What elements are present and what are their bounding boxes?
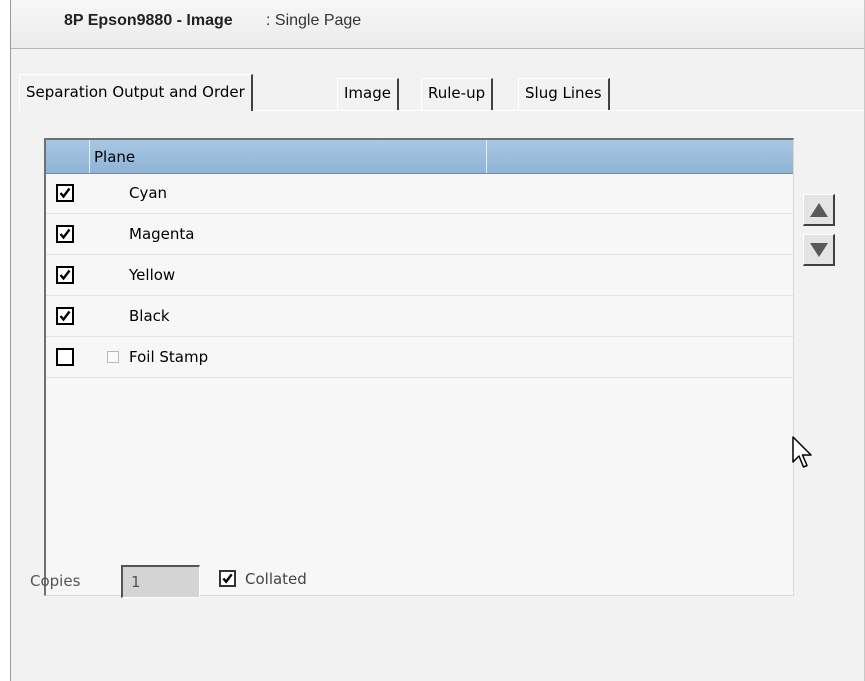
triangle-up-icon xyxy=(810,203,828,217)
tab-label: Slug Lines xyxy=(525,84,602,102)
mouse-pointer-icon xyxy=(792,436,812,468)
plane-checkbox[interactable] xyxy=(56,348,74,366)
plane-label: Black xyxy=(129,307,170,325)
plane-column-header[interactable]: Plane xyxy=(94,148,135,166)
plane-label: Cyan xyxy=(129,184,168,202)
tab-image[interactable]: Image xyxy=(337,78,399,110)
move-down-button[interactable] xyxy=(803,234,835,266)
copies-label: Copies xyxy=(30,572,81,590)
plane-label: Magenta xyxy=(129,225,195,243)
checkmark-icon xyxy=(59,187,71,199)
copies-field[interactable] xyxy=(121,565,200,598)
plane-row-cyan[interactable]: Cyan xyxy=(46,173,793,214)
collated-label: Collated xyxy=(245,570,307,588)
dialog-window: 8P Epson9880 - Image : Single Page Separ… xyxy=(10,0,865,681)
tab-label: Separation Output and Order xyxy=(26,83,245,101)
checkmark-icon xyxy=(59,310,71,322)
plane-checkbox[interactable] xyxy=(56,307,74,325)
triangle-down-icon xyxy=(810,243,828,257)
list-header: Plane xyxy=(46,140,793,174)
separation-plane-list[interactable]: Plane Cyan Magenta Yellow Black Foil Sta… xyxy=(44,138,794,596)
checkmark-icon xyxy=(59,228,71,240)
plane-row-foil-stamp[interactable]: Foil Stamp xyxy=(46,337,793,378)
plane-row-yellow[interactable]: Yellow xyxy=(46,255,793,296)
move-up-button[interactable] xyxy=(803,194,835,226)
tab-slug-lines[interactable]: Slug Lines xyxy=(518,78,610,110)
checkmark-icon xyxy=(222,573,233,584)
plane-checkbox[interactable] xyxy=(56,266,74,284)
plane-label: Foil Stamp xyxy=(129,348,209,366)
tab-label: Image xyxy=(344,84,391,102)
header-divider xyxy=(89,140,90,173)
spot-color-indicator xyxy=(107,351,119,363)
plane-label: Yellow xyxy=(129,266,176,284)
plane-row-magenta[interactable]: Magenta xyxy=(46,214,793,255)
plane-checkbox[interactable] xyxy=(56,225,74,243)
plane-row-black[interactable]: Black xyxy=(46,296,793,337)
tab-label: Rule-up xyxy=(428,84,486,102)
plane-checkbox[interactable] xyxy=(56,184,74,202)
tab-separation-output-and-order[interactable]: Separation Output and Order xyxy=(19,74,253,111)
page-mode-subtitle: : Single Page xyxy=(266,12,362,29)
header-divider xyxy=(486,140,487,173)
collated-checkbox[interactable] xyxy=(219,570,236,587)
checkmark-icon xyxy=(59,269,71,281)
device-title: 8P Epson9880 - Image xyxy=(64,12,233,29)
title-bar: 8P Epson9880 - Image : Single Page xyxy=(11,0,864,49)
tab-rule-up[interactable]: Rule-up xyxy=(421,78,494,110)
